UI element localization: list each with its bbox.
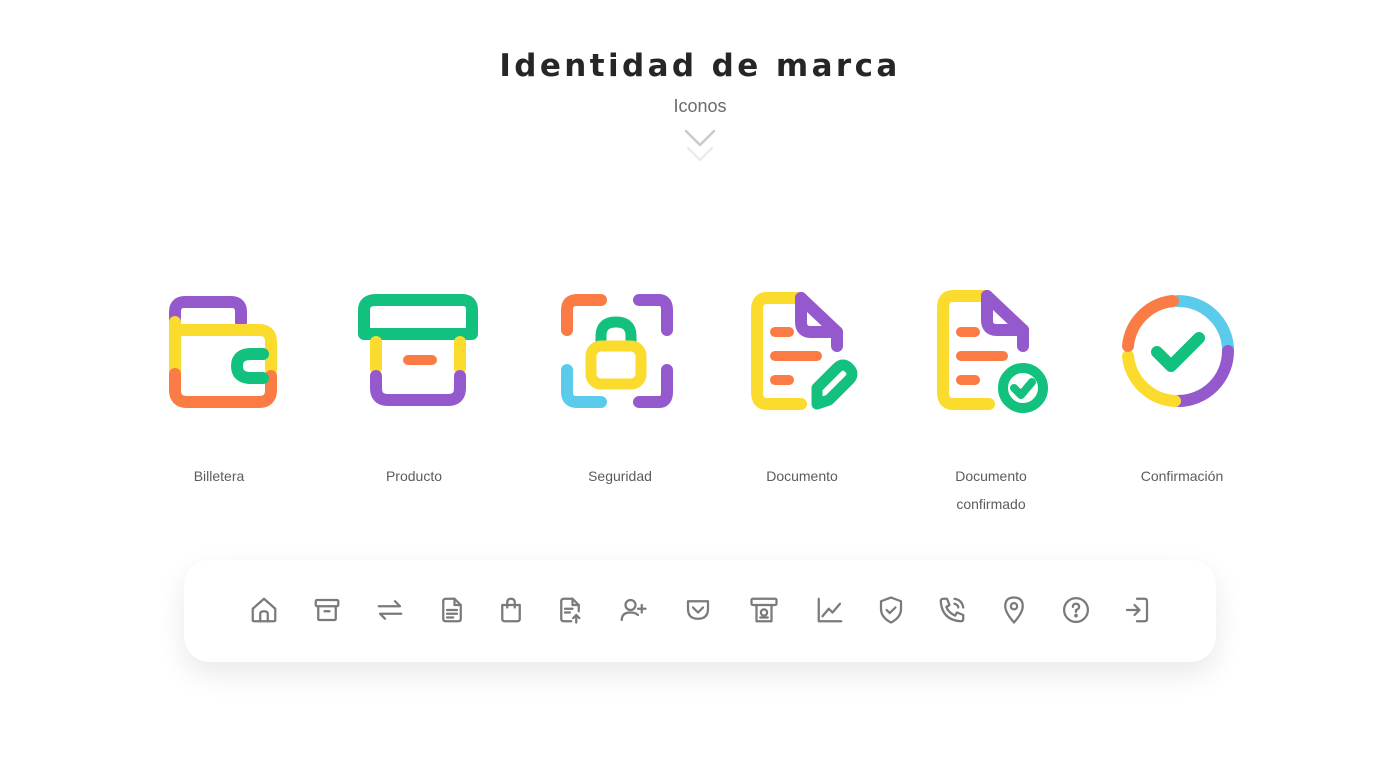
location-pin-icon[interactable] bbox=[997, 593, 1031, 627]
icon-toolbar bbox=[184, 560, 1216, 662]
security-lock-icon bbox=[561, 294, 673, 408]
phone-call-icon[interactable] bbox=[935, 593, 969, 627]
page-title: Identidad de marca bbox=[499, 48, 901, 84]
archive-icon[interactable] bbox=[310, 593, 344, 627]
document-upload-icon[interactable] bbox=[553, 593, 587, 627]
brand-label-documento: Documento bbox=[766, 468, 838, 484]
brand-label-line1: Documento bbox=[955, 468, 1027, 484]
brand-label-line2: confirmado bbox=[956, 496, 1026, 512]
brand-label-seguridad: Seguridad bbox=[588, 468, 652, 484]
brand-label-producto: Producto bbox=[385, 468, 443, 484]
brand-label-billetera: Billetera bbox=[193, 468, 245, 484]
help-circle-icon[interactable] bbox=[1059, 593, 1093, 627]
check-circle-icon bbox=[1122, 294, 1234, 407]
product-box-icon bbox=[358, 294, 478, 406]
wallet-icon bbox=[169, 296, 277, 408]
transfer-arrows-icon[interactable] bbox=[373, 593, 407, 627]
home-icon[interactable] bbox=[247, 593, 281, 627]
document-edit-icon bbox=[751, 292, 858, 410]
brand-label-documento-confirmado: Documento confirmado bbox=[911, 462, 1071, 518]
logout-icon[interactable] bbox=[1120, 593, 1154, 627]
document-icon[interactable] bbox=[435, 593, 469, 627]
brand-label-confirmacion: Confirmación bbox=[1140, 468, 1224, 484]
document-check-icon bbox=[937, 290, 1048, 413]
atm-cash-icon[interactable] bbox=[747, 593, 781, 627]
page-subtitle: Iconos bbox=[673, 96, 727, 116]
line-chart-icon[interactable] bbox=[813, 593, 847, 627]
add-user-icon[interactable] bbox=[616, 593, 650, 627]
scroll-down-icon[interactable] bbox=[683, 128, 717, 166]
shopping-bag-icon[interactable] bbox=[494, 593, 528, 627]
pocket-icon[interactable] bbox=[681, 593, 715, 627]
shield-check-icon[interactable] bbox=[874, 593, 908, 627]
